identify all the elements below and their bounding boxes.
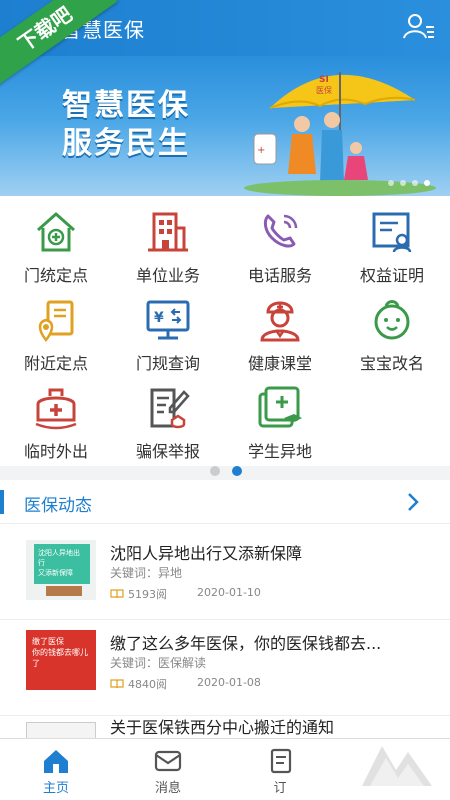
student-card-icon [258,386,302,428]
service-label: 骗保举报 [135,442,200,461]
news-title: 缴了这么多年医保，你的医保钱都去... [110,634,382,653]
news-item[interactable]: 关于医保铁西分中心搬迁的通知 [0,716,450,738]
service-label: 门规查询 [135,354,200,373]
news-thumbnail: 沈阳人异地出行 又添新保障 [26,540,96,600]
service-item-unit-business[interactable]: 单位业务 [112,200,224,288]
bottom-tab-bar: 主页 消息 订 [0,738,450,800]
grid-page-indicator [0,462,450,478]
user-list-icon[interactable] [402,12,436,42]
service-item-outpatient-rules[interactable]: ¥ 门规查询 [112,288,224,376]
doctor-icon [260,301,300,342]
medkit-icon [35,388,77,430]
svg-text:SI: SI [319,75,329,85]
news-section-header[interactable]: 医保动态 [0,480,450,524]
service-label: 临时外出 [23,442,88,461]
service-item-fraud-report[interactable]: 骗保举报 [112,376,224,464]
tab-label: 主页 [42,781,69,796]
baby-icon [374,300,410,340]
book-icon [110,679,124,689]
svg-text:+: + [257,145,265,156]
service-item-health-class[interactable]: 健康课堂 [224,288,336,376]
service-label: 健康课堂 [247,354,312,373]
news-item[interactable]: 沈阳人异地出行 又添新保障 沈阳人异地出行又添新保障 关键词：异地 5193阅 … [0,524,450,620]
news-title: 关于医保铁西分中心搬迁的通知 [110,718,335,737]
house-plus-icon [37,212,75,252]
service-label: 学生异地 [247,442,312,461]
page-dot[interactable] [210,466,220,476]
page-dot-active[interactable] [232,466,242,476]
tab-label: 订 [273,781,287,796]
service-item-baby-rename[interactable]: 宝宝改名 [336,288,448,376]
order-icon [270,748,292,774]
news-thumbnail: 缴了医保 你的钱都去哪儿了 [26,630,96,690]
banner[interactable]: 智慧医保 服务民生 SI 医保 + [0,56,450,196]
service-label: 电话服务 [247,266,312,285]
home-icon [44,750,68,773]
service-item-nearby-designated[interactable]: 附近定点 [0,288,112,376]
book-icon [110,589,124,599]
news-title: 沈阳人异地出行又添新保障 [110,544,303,563]
svg-text:¥: ¥ [154,310,164,326]
service-item-student-remote[interactable]: 学生异地 [224,376,336,464]
news-item[interactable]: 缴了医保 你的钱都去哪儿了 缴了这么多年医保，你的医保钱都去... 关键词：医保… [0,620,450,716]
svg-text:医保: 医保 [316,85,332,95]
service-item-clinic-designated[interactable]: 门统定点 [0,200,112,288]
service-label: 权益证明 [359,266,424,285]
news-keywords: 关键词：异地 [110,566,183,580]
family-umbrella-illustration: SI 医保 + [244,72,436,196]
certificate-icon [372,212,412,253]
report-pen-icon [150,388,190,429]
thumbnail-board: 缴了医保 你的钱都去哪儿了 [26,630,96,690]
news-date: 2020-01-10 [197,586,261,599]
tab-label: 消息 [154,781,181,796]
news-date: 2020-01-08 [197,676,261,689]
thumbnail-text: 缴了医保 你的钱都去哪儿了 [32,637,88,668]
building-icon [148,212,188,252]
monitor-yen-icon: ¥ [146,300,190,340]
service-item-phone-service[interactable]: 电话服务 [224,200,336,288]
banner-indicator [388,180,430,186]
banner-headline-2: 服务民生 [62,126,190,161]
service-label: 单位业务 [135,266,200,285]
watermark-logo [362,746,432,786]
news-reads: 4840阅 [110,676,167,692]
phone-icon [263,214,298,248]
tab-messages[interactable]: 消息 [112,739,224,800]
thumbnail-board: 沈阳人异地出行 又添新保障 [34,544,90,584]
message-icon [154,750,182,772]
tab-order[interactable]: 订 [224,739,336,800]
service-item-rights-proof[interactable]: 权益证明 [336,200,448,288]
news-keywords: 关键词：医保解读 [110,656,207,670]
news-section-title: 医保动态 [24,496,92,516]
service-label: 宝宝改名 [359,354,424,373]
news-thumbnail [26,722,96,738]
news-reads: 5193阅 [110,586,167,602]
service-label: 门统定点 [23,266,88,285]
chevron-right-icon[interactable] [406,492,420,512]
service-label: 附近定点 [23,354,88,373]
service-item-temporary-leave[interactable]: 临时外出 [0,376,112,464]
tab-home[interactable]: 主页 [0,739,112,800]
location-doc-icon [38,300,74,343]
thumbnail-text: 沈阳人异地出行 又添新保障 [38,549,80,577]
service-grid: 门统定点 单位业务 电话服务 权益证明 附近定点 ¥ 门规查询 健康课堂 宝宝改… [0,196,450,466]
news-list: 沈阳人异地出行 又添新保障 沈阳人异地出行又添新保障 关键词：异地 5193阅 … [0,524,450,738]
section-accent-bar [0,490,4,514]
